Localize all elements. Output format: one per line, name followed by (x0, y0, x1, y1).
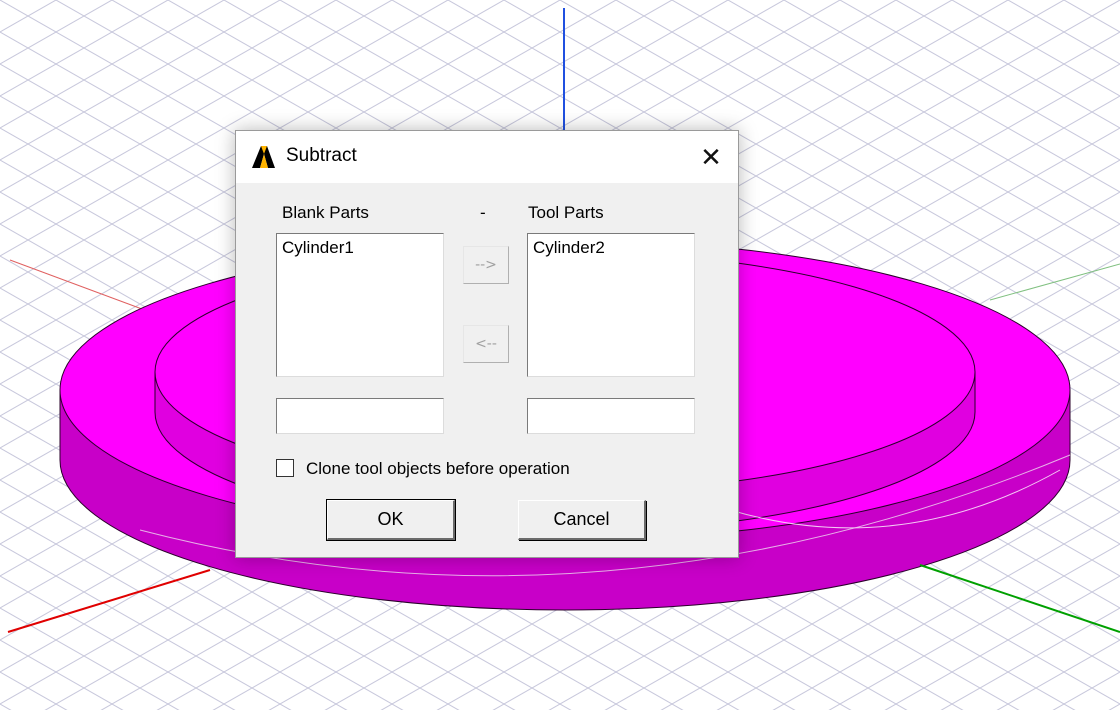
blank-parts-input[interactable] (276, 398, 444, 434)
subtract-dialog: Subtract ✕ Blank Parts - Tool Parts Cyli… (235, 130, 739, 558)
ok-button[interactable]: OK (326, 499, 456, 541)
tool-parts-input[interactable] (527, 398, 695, 434)
dialog-titlebar[interactable]: Subtract ✕ (236, 131, 738, 183)
cancel-button[interactable]: Cancel (518, 500, 646, 540)
tool-parts-label: Tool Parts (528, 203, 604, 222)
list-item[interactable]: Cylinder2 (533, 237, 689, 259)
list-item[interactable]: Cylinder1 (282, 237, 438, 259)
ansys-logo-icon (252, 146, 275, 168)
close-icon[interactable]: ✕ (694, 141, 728, 173)
dialog-title: Subtract (286, 145, 357, 166)
move-left-button[interactable]: <-- (463, 325, 509, 363)
clone-checkbox-label[interactable]: Clone tool objects before operation (306, 459, 570, 479)
blank-parts-label: Blank Parts (282, 203, 369, 222)
blank-parts-list[interactable]: Cylinder1 (276, 233, 444, 377)
separator-label: - (480, 203, 486, 222)
tool-parts-list[interactable]: Cylinder2 (527, 233, 695, 377)
move-right-button[interactable]: --> (463, 246, 509, 284)
clone-checkbox[interactable] (276, 459, 294, 477)
